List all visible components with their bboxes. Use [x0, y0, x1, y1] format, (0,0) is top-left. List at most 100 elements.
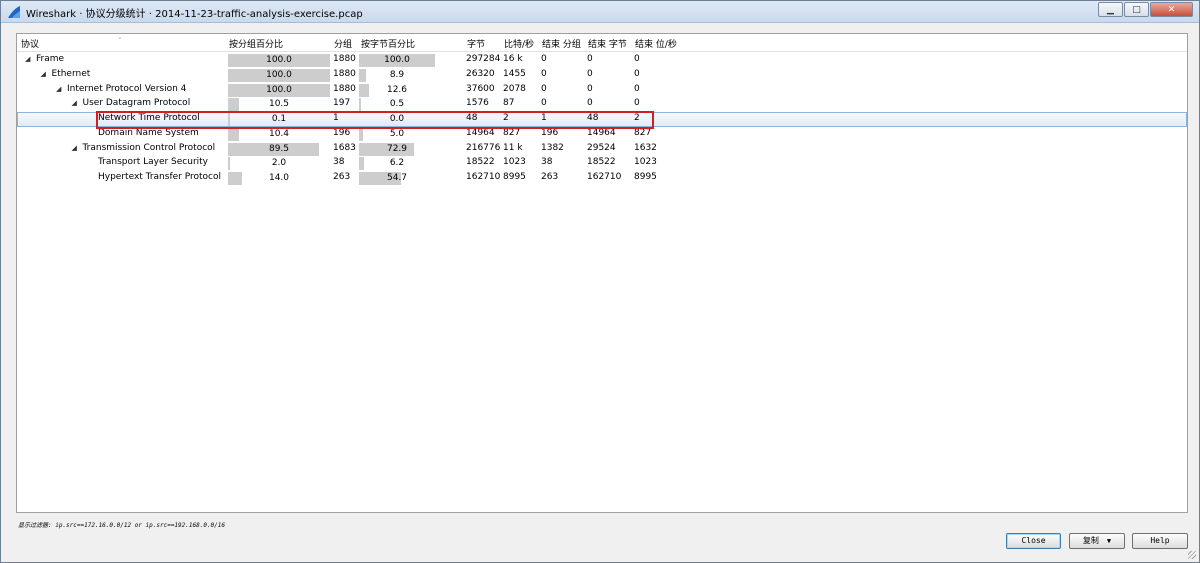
close-window-button[interactable]: ✕: [1150, 2, 1193, 17]
copy-button[interactable]: 复制 ▼: [1069, 533, 1125, 549]
expand-collapse-icon[interactable]: ◢: [56, 85, 61, 93]
end-packets-value: 0: [541, 68, 547, 79]
pct-bytes-value: 12.6: [386, 84, 408, 95]
protocol-name: Internet Protocol Version 4: [67, 83, 187, 94]
col-header-protocol[interactable]: 协议: [21, 37, 39, 50]
end-bits-per-sec-value: 0: [634, 68, 640, 79]
end-bits-per-sec-value: 827: [634, 127, 652, 138]
protocol-name: Transport Layer Security: [98, 157, 209, 168]
pct-bytes-cell: 5.0: [359, 127, 435, 141]
pct-bytes-value: 54.7: [386, 173, 408, 183]
help-button[interactable]: Help: [1132, 533, 1188, 549]
expand-collapse-icon[interactable]: ◢: [72, 144, 77, 152]
pct-bytes-value: 6.2: [389, 158, 405, 169]
table-row[interactable]: ◢ Frame 100.0 100.0 1880 297284 16 k 0 0 0: [17, 53, 1187, 68]
pct-bytes-cell: 12.6: [359, 83, 435, 97]
table-row[interactable]: Transport Layer Security 2.0 6.2 38 18522 102…: [17, 156, 1187, 171]
end-packets-value: 38: [541, 157, 553, 168]
pct-packets-value: 14.0: [268, 173, 290, 183]
end-bits-per-sec-value: 0: [634, 98, 640, 109]
close-button[interactable]: Close: [1006, 533, 1061, 549]
col-header-end-bytes[interactable]: 结束 字节: [588, 37, 627, 50]
expand-collapse-icon[interactable]: ◢: [25, 55, 30, 63]
end-bits-per-sec-value: 1632: [634, 142, 657, 153]
expand-collapse-icon[interactable]: ◢: [41, 70, 46, 78]
protocol-name: Hypertext Transfer Protocol: [98, 172, 221, 182]
pct-packets-value: 89.5: [268, 143, 290, 154]
col-header-pct-bytes[interactable]: 按字节百分比: [361, 37, 415, 50]
end-bits-per-sec-value: 0: [634, 54, 640, 64]
pct-bytes-cell: 6.2: [359, 157, 435, 171]
protocol-name: Frame: [36, 54, 65, 64]
pct-packets-value: 100.0: [266, 55, 292, 65]
table-row[interactable]: ◢ User Datagram Protocol 10.5 0.5 197 1576 87 0…: [17, 97, 1187, 112]
bytes-value: 216776: [466, 142, 501, 153]
bits-per-sec-value: 87: [503, 98, 515, 109]
table-row[interactable]: Domain Name System 10.4 5.0 196 14964 827 196 1…: [17, 127, 1187, 142]
table-row[interactable]: ◢ Internet Protocol Version 4 100.0 12.6 188…: [17, 83, 1187, 98]
packets-value: 263: [333, 172, 351, 182]
bytes-value: 162710: [466, 172, 501, 182]
pct-packets-value: 100.0: [266, 84, 292, 95]
end-bits-per-sec-value: 0: [634, 83, 640, 94]
end-bits-per-sec-value: 8995: [634, 172, 657, 182]
column-header-row: 协议 ⌄ 按分组百分比 分组 按字节百分比 字节 比特/秒 结束 分组 结束 字…: [17, 34, 1187, 52]
pct-bytes-cell: 72.9: [359, 142, 435, 156]
col-header-end-bits-per-sec[interactable]: 结束 位/秒: [635, 37, 677, 50]
protocol-hierarchy-window: Wireshark · 协议分级统计 · 2014-11-23-traffic-…: [0, 0, 1200, 563]
end-packets-value: 263: [541, 172, 559, 182]
bits-per-sec-value: 16 k: [503, 54, 523, 64]
protocol-name: Transmission Control Protocol: [82, 142, 216, 153]
bits-per-sec-value: 1023: [503, 157, 526, 168]
window-title: Wireshark · 协议分级统计 · 2014-11-23-traffic-…: [26, 9, 363, 20]
end-bytes-value: 18522: [587, 157, 616, 168]
pct-bytes-cell: 0.5: [359, 98, 435, 112]
protocol-name: Ethernet: [51, 68, 91, 79]
table-row[interactable]: Hypertext Transfer Protocol 14.0 54.7 263 16…: [17, 171, 1187, 186]
end-bytes-value: 162710: [587, 172, 622, 182]
end-bits-per-sec-value: 1023: [634, 157, 657, 168]
table-row[interactable]: ◢ Ethernet 100.0 8.9 1880 26320 1455 0 0 0: [17, 68, 1187, 83]
pct-bytes-value: 8.9: [389, 69, 405, 80]
col-header-bytes[interactable]: 字节: [467, 37, 485, 50]
title-bar[interactable]: Wireshark · 协议分级统计 · 2014-11-23-traffic-…: [1, 1, 1199, 23]
col-header-pct-packets[interactable]: 按分组百分比: [229, 37, 283, 50]
bytes-value: 37600: [466, 83, 495, 94]
end-bytes-value: 0: [587, 54, 593, 64]
bytes-value: 297284: [466, 54, 501, 64]
pct-bytes-cell: 100.0: [359, 54, 435, 67]
end-bytes-value: 0: [587, 98, 593, 109]
protocol-tree[interactable]: 协议 ⌄ 按分组百分比 分组 按字节百分比 字节 比特/秒 结束 分组 结束 字…: [16, 33, 1188, 513]
pct-packets-value: 100.0: [266, 69, 292, 80]
packets-value: 1683: [333, 142, 356, 153]
maximize-button[interactable]: □: [1124, 2, 1149, 17]
pct-bytes-cell: 54.7: [359, 172, 435, 185]
table-row[interactable]: ◢ Transmission Control Protocol 89.5 72.9 16…: [17, 142, 1187, 157]
resize-grip-icon[interactable]: [1188, 551, 1196, 559]
expand-collapse-icon[interactable]: ◢: [72, 99, 77, 107]
packets-value: 197: [333, 98, 351, 109]
end-bytes-value: 14964: [587, 127, 616, 138]
pct-packets-cell: 2.0: [228, 157, 330, 171]
bytes-value: 26320: [466, 68, 495, 79]
minimize-button[interactable]: ▁: [1098, 2, 1123, 17]
end-packets-value: 196: [541, 127, 559, 138]
copy-button-label: 复制: [1082, 536, 1099, 545]
col-header-bits-per-sec[interactable]: 比特/秒: [504, 37, 534, 50]
end-packets-value: 0: [541, 98, 547, 109]
dropdown-arrow-icon: ▼: [1106, 537, 1112, 545]
pct-bytes-value: 100.0: [384, 55, 410, 65]
pct-packets-cell: 10.4: [228, 127, 330, 141]
pct-packets-cell: 100.0: [228, 54, 330, 67]
pct-packets-value: 10.5: [268, 99, 290, 110]
pct-bytes-value: 5.0: [389, 128, 405, 139]
bytes-value: 14964: [466, 127, 495, 138]
sort-indicator-icon: ⌄: [117, 33, 123, 41]
end-packets-value: 0: [541, 54, 547, 64]
pct-packets-cell: 89.5: [228, 142, 330, 156]
protocol-name: User Datagram Protocol: [82, 98, 191, 109]
packets-value: 1880: [333, 54, 356, 64]
bits-per-sec-value: 827: [503, 127, 521, 138]
col-header-end-packets[interactable]: 结束 分组: [542, 37, 581, 50]
col-header-packets[interactable]: 分组: [334, 37, 352, 50]
